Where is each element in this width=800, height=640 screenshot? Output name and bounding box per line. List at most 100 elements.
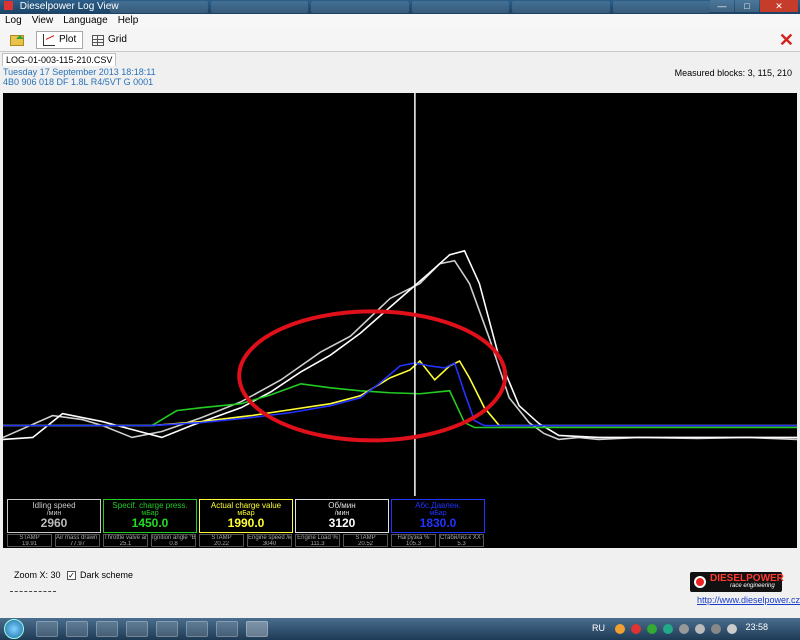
plot-button[interactable]: Plot bbox=[36, 31, 84, 49]
zoom-label: Zoom X: 30 bbox=[14, 570, 61, 580]
gauge-name: Idling speed bbox=[32, 501, 76, 510]
small-readout-3[interactable]: Ignition angle °BT...0.8 bbox=[151, 534, 196, 547]
gauge-1[interactable]: Specif. charge press. мБар 1450.0 bbox=[103, 499, 197, 533]
taskbar-app-6[interactable] bbox=[186, 621, 208, 637]
toolbar: Plot Grid ✕ bbox=[0, 28, 800, 52]
grid-button[interactable]: Grid bbox=[86, 31, 133, 49]
ecu-info: 4B0 906 018 DF 1.8L R4/5VT G 0001 bbox=[3, 77, 154, 87]
menu-language[interactable]: Language bbox=[58, 14, 113, 28]
log-plot[interactable] bbox=[3, 93, 797, 496]
small-readout-value: 25.1 bbox=[119, 541, 132, 547]
taskbar-app-4[interactable] bbox=[126, 621, 148, 637]
tray-icon-2[interactable] bbox=[631, 624, 641, 634]
dark-scheme-label: Dark scheme bbox=[80, 570, 134, 580]
menu-log[interactable]: Log bbox=[0, 14, 27, 28]
gauge-value: 1450.0 bbox=[131, 516, 169, 530]
website-link[interactable]: http://www.dieselpower.cz bbox=[697, 595, 800, 605]
network-icon[interactable] bbox=[711, 624, 721, 634]
minimize-button[interactable]: — bbox=[710, 0, 734, 12]
small-readout-value: 20.52 bbox=[357, 541, 373, 547]
log-date: Tuesday 17 September 2013 18:18:11 bbox=[3, 67, 156, 77]
small-readout-4[interactable]: STAMP 20.22 bbox=[199, 534, 244, 547]
measured-blocks: Measured blocks: 3, 115, 210 bbox=[674, 68, 792, 78]
tray-icon-6[interactable] bbox=[695, 624, 705, 634]
maximize-button[interactable]: □ bbox=[735, 0, 759, 12]
small-readout-5[interactable]: Engine speed /мин3040 bbox=[247, 534, 292, 547]
open-folder-icon bbox=[10, 34, 24, 46]
gauge-value: 3120 bbox=[328, 516, 356, 530]
taskbar-app-logview[interactable] bbox=[246, 621, 268, 637]
app-icon bbox=[4, 1, 13, 10]
plot-area[interactable] bbox=[3, 93, 797, 496]
taskbar-app-2[interactable] bbox=[66, 621, 88, 637]
zoom-slider[interactable] bbox=[10, 586, 56, 592]
small-readout-2[interactable]: Throttle valve angl...25.1 bbox=[103, 534, 148, 547]
input-language[interactable]: RU bbox=[592, 623, 605, 633]
taskbar-app-5[interactable] bbox=[156, 621, 178, 637]
small-readout-9[interactable]: Стабилиз.к ХХ СТ...5.3 bbox=[439, 534, 484, 547]
dark-scheme-toggle[interactable]: ✓ Dark scheme bbox=[67, 570, 133, 580]
logo-subtext: race engineering bbox=[730, 583, 775, 589]
small-readout-6[interactable]: Engine Load % 111.3 bbox=[295, 534, 340, 547]
series-line-4 bbox=[3, 361, 797, 427]
small-readout-value: 111.3 bbox=[310, 541, 325, 547]
window-close-button[interactable]: ✕ bbox=[760, 0, 798, 12]
taskbar-app-7[interactable] bbox=[216, 621, 238, 637]
volume-icon[interactable] bbox=[727, 624, 737, 634]
gauge-name: Об/мин bbox=[328, 501, 356, 510]
window-title: Dieselpower Log View bbox=[19, 1, 119, 12]
close-log-button[interactable]: ✕ bbox=[779, 31, 794, 49]
gauge-0[interactable]: Idling speed/мин 2960 bbox=[7, 499, 101, 533]
series-line-2 bbox=[3, 383, 797, 429]
grid-label: Grid bbox=[108, 34, 127, 45]
taskbar-app-1[interactable] bbox=[36, 621, 58, 637]
plot-label: Plot bbox=[59, 34, 77, 45]
tray-icon-1[interactable] bbox=[615, 624, 625, 634]
small-readout-0[interactable]: STAMP 19.91 bbox=[7, 534, 52, 547]
clock: 23:58 bbox=[745, 622, 768, 632]
highlight-ellipse bbox=[237, 309, 508, 443]
title-bar: Dieselpower Log View — □ ✕ bbox=[0, 0, 800, 14]
start-button[interactable] bbox=[4, 619, 24, 639]
grid-icon bbox=[92, 34, 104, 46]
window-controls: — □ ✕ bbox=[710, 0, 798, 12]
bottom-panel: Zoom X: 30 ✓ Dark scheme DIESELPOWER rac… bbox=[0, 548, 800, 618]
small-readout-value: 105.3 bbox=[405, 541, 421, 547]
gauge-name: Specif. charge press. bbox=[112, 501, 188, 510]
gauge-2[interactable]: Actual charge value мБар 1990.0 bbox=[199, 499, 293, 533]
small-readout-value: 5.3 bbox=[457, 541, 466, 547]
menu-bar: Log View Language Help bbox=[0, 14, 800, 28]
file-tab[interactable]: LOG-01-003-115-210.CSV bbox=[2, 53, 117, 66]
logo-mark-icon bbox=[694, 576, 706, 588]
small-readout-value: 77.97 bbox=[69, 541, 85, 547]
tray-icon-5[interactable] bbox=[679, 624, 689, 634]
plot-icon bbox=[43, 34, 55, 46]
series-line-0 bbox=[3, 259, 797, 441]
taskbar-app-3[interactable] bbox=[96, 621, 118, 637]
small-readout-value: 0.8 bbox=[169, 541, 178, 547]
small-readout-value: 3040 bbox=[262, 541, 277, 547]
tray-icon-3[interactable] bbox=[647, 624, 657, 634]
gauge-name: Абс.Давлен. bbox=[415, 501, 461, 510]
small-readout-8[interactable]: Нагрузка % 105.3 bbox=[391, 534, 436, 547]
small-readout-1[interactable]: Air mass drawn in...77.97 bbox=[55, 534, 100, 547]
gauge-value: 1830.0 bbox=[419, 516, 457, 530]
menu-view[interactable]: View bbox=[27, 14, 59, 28]
dark-scheme-checkbox[interactable]: ✓ bbox=[67, 570, 76, 580]
series-line-1 bbox=[3, 249, 797, 441]
small-readout-value: 20.22 bbox=[213, 541, 229, 547]
background-tabs bbox=[110, 1, 710, 13]
series-group bbox=[3, 249, 797, 441]
dieselpower-logo: DIESELPOWER race engineering bbox=[690, 572, 784, 592]
small-readout-value: 19.91 bbox=[21, 541, 37, 547]
open-log-button[interactable] bbox=[4, 31, 30, 49]
tray-icon-4[interactable] bbox=[663, 624, 673, 634]
gauge-value: 2960 bbox=[40, 516, 68, 530]
log-info: Tuesday 17 September 2013 18:18:11 4B0 9… bbox=[3, 67, 156, 87]
small-readout-7[interactable]: STAMP 20.52 bbox=[343, 534, 388, 547]
gauge-3[interactable]: Об/мин/мин 3120 bbox=[295, 499, 389, 533]
gauge-4[interactable]: Абс.Давлен. мБар 1830.0 bbox=[391, 499, 485, 533]
gauge-name: Actual charge value bbox=[210, 501, 282, 510]
taskbar: RU 23:58 bbox=[0, 618, 800, 640]
menu-help[interactable]: Help bbox=[113, 14, 144, 28]
